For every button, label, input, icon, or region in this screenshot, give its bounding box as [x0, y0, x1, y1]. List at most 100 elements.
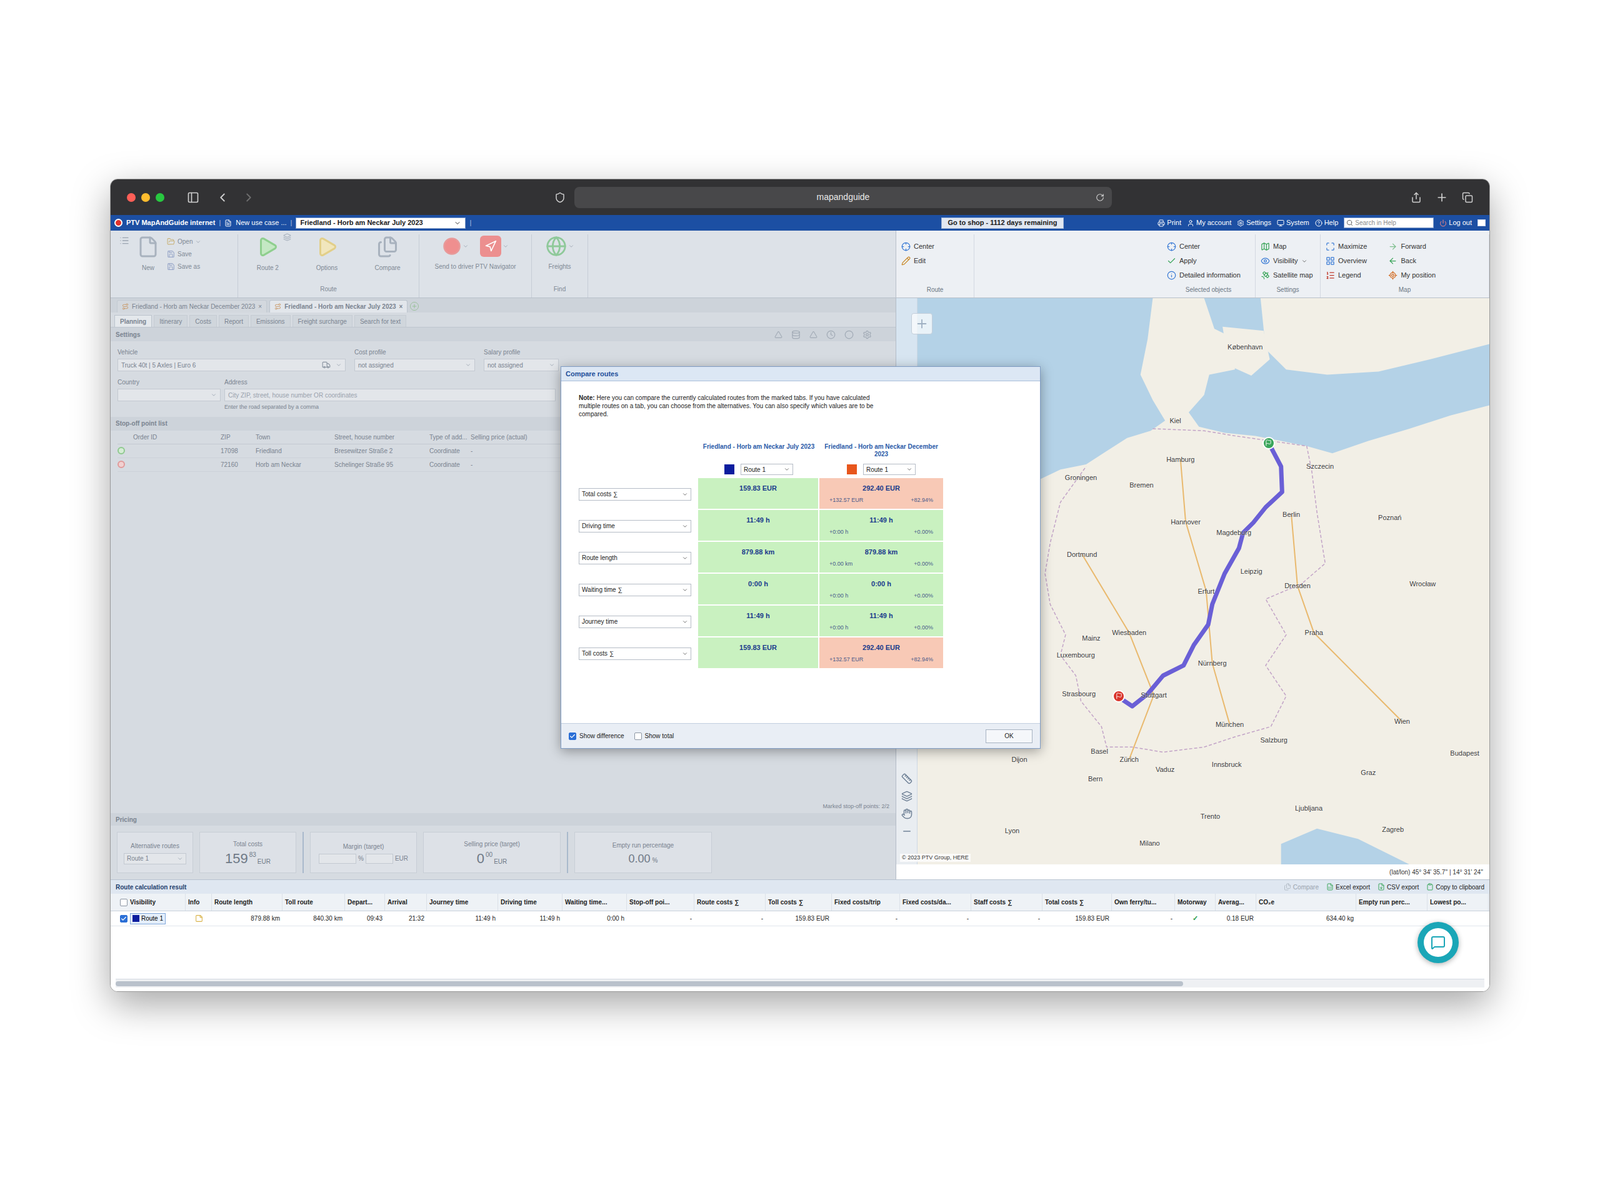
column-header[interactable]: Motorway [1175, 893, 1216, 911]
ribbon-button[interactable]: Visibility [1260, 253, 1314, 269]
column-header[interactable]: Fixed costs/trip [831, 893, 900, 911]
margin-percent-input[interactable] [318, 853, 357, 864]
document-tab[interactable]: Friedland - Horb am Neckar December 2023… [116, 300, 267, 313]
column-header[interactable]: Route length [211, 893, 283, 911]
salary-profile-select[interactable]: not assigned [483, 358, 559, 372]
column-header[interactable]: Depart... [345, 893, 385, 911]
route-visibility-checkbox[interactable] [120, 915, 128, 923]
metric-select[interactable]: Driving time [578, 520, 692, 533]
column-header[interactable]: Type of add... [427, 432, 469, 442]
share-icon[interactable] [1410, 191, 1422, 204]
compare-button[interactable]: Compare [375, 235, 401, 273]
column-header[interactable]: Stop-off poi... [626, 893, 695, 911]
sub-tab[interactable]: Itinerary [153, 315, 188, 327]
record-button[interactable] [442, 236, 469, 256]
zoom-in-button[interactable] [911, 313, 933, 335]
ribbon-button[interactable]: Satellite map [1260, 268, 1314, 283]
reload-icon[interactable] [1095, 193, 1105, 202]
ribbon-button[interactable]: Center [901, 239, 935, 254]
result-row[interactable]: Route 1879.88 km840.30 km09:4321:3211:49… [110, 911, 1490, 927]
metric-select[interactable]: Route length [578, 551, 692, 565]
column-header[interactable]: Selling price (actual) [468, 432, 549, 442]
chat-button[interactable] [1417, 921, 1459, 964]
column-header[interactable]: Street, house number [332, 432, 428, 442]
layers-icon[interactable] [901, 790, 913, 802]
column-header[interactable]: Info [185, 893, 212, 911]
sub-tab[interactable]: Search for text [354, 315, 407, 327]
ribbon-button[interactable]: Detailed information [1166, 268, 1241, 283]
database-icon[interactable] [791, 330, 801, 340]
ribbon-button[interactable]: Apply [1166, 253, 1241, 269]
column-header[interactable]: Arrival [385, 893, 427, 911]
list-icon[interactable] [119, 235, 130, 246]
ribbon-button[interactable]: Map [1260, 239, 1314, 254]
route-select[interactable]: Route 1 [863, 463, 916, 475]
menu-item[interactable]: Print [1157, 217, 1182, 229]
column-header[interactable]: Journey time [426, 893, 499, 911]
add-tab-button[interactable] [410, 301, 419, 311]
window-icon[interactable] [1477, 219, 1486, 227]
column-header[interactable]: Town [253, 432, 333, 442]
ribbon-button[interactable]: Back [1388, 253, 1436, 269]
result-action[interactable]: Compare [1283, 882, 1319, 892]
ribbon-button[interactable]: Forward [1388, 239, 1436, 254]
sidebar-icon[interactable] [186, 191, 200, 204]
ribbon-button[interactable]: My position [1388, 268, 1436, 283]
document-tab[interactable]: Friedland - Horb am Neckar July 2023× [269, 300, 408, 313]
open-button[interactable]: Open [166, 236, 202, 247]
note-icon[interactable] [195, 914, 204, 923]
ruler-icon[interactable] [901, 773, 913, 785]
gear-icon[interactable] [862, 330, 872, 340]
ribbon-button[interactable]: Maximize [1325, 239, 1367, 254]
address-input[interactable]: City ZIP, street, house number OR coordi… [224, 388, 556, 402]
ribbon-button[interactable]: Overview [1325, 253, 1367, 269]
tour-select[interactable]: Friedland - Horb am Neckar July 2023 [295, 217, 466, 229]
start-pin-icon[interactable] [1262, 436, 1275, 450]
metric-select[interactable]: Total costs ∑ [578, 488, 692, 501]
menu-item[interactable]: My account [1186, 217, 1232, 229]
column-header[interactable]: Driving time [498, 893, 563, 911]
ribbon-button[interactable]: Edit [901, 253, 935, 269]
column-header[interactable]: ZIP [218, 432, 254, 442]
vehicle-select[interactable]: Truck 40t | 5 Axles | Euro 6 [117, 358, 346, 372]
column-header[interactable]: Route costs ∑ [694, 893, 766, 911]
clock-icon[interactable] [826, 330, 836, 340]
column-header[interactable]: Lowest po... [1427, 893, 1489, 911]
menu-item[interactable]: System [1276, 217, 1310, 229]
save-button[interactable]: Save [166, 249, 202, 259]
show-total-checkbox[interactable] [634, 732, 642, 740]
help-search-input[interactable]: Search in Help [1343, 217, 1434, 229]
metric-select[interactable]: Journey time [578, 615, 692, 629]
result-action[interactable]: Copy to clipboard [1426, 882, 1485, 892]
new-button[interactable]: New [136, 235, 160, 273]
show-difference-checkbox[interactable] [568, 732, 577, 740]
close-tab-button[interactable]: × [258, 301, 262, 312]
tabs-overview-icon[interactable] [1461, 191, 1474, 204]
route-chip[interactable]: Route 1 [130, 913, 166, 925]
hand-icon[interactable] [901, 808, 913, 820]
close-tab-button[interactable]: × [399, 301, 404, 312]
column-header[interactable]: Averag... [1215, 893, 1257, 911]
sub-tab[interactable]: Planning [114, 315, 152, 327]
show-total-option[interactable]: Show total [634, 731, 675, 741]
column-header[interactable]: Toll route [282, 893, 345, 911]
zoom-out-icon[interactable] [901, 825, 913, 837]
shop-button[interactable]: Go to shop - 1112 days remaining [941, 217, 1065, 229]
column-header[interactable]: Waiting time... [562, 893, 627, 911]
column-header[interactable]: Own ferry/tu... [1111, 893, 1175, 911]
menu-item[interactable]: Settings [1236, 217, 1272, 229]
logout-button[interactable]: Log out [1439, 217, 1472, 229]
column-header[interactable]: Empty run perc... [1356, 893, 1428, 911]
metric-select[interactable]: Toll costs ∑ [578, 647, 692, 660]
route-button[interactable]: Route 2 [256, 235, 279, 273]
warning-icon[interactable] [809, 330, 818, 339]
column-header[interactable]: CO₂e [1256, 893, 1357, 911]
circle-icon[interactable] [844, 330, 854, 340]
sub-tab[interactable]: Report [218, 315, 249, 327]
column-header[interactable]: Visibility [117, 893, 186, 911]
use-case-button[interactable]: New use case ... [235, 217, 287, 229]
metric-select[interactable]: Waiting time ∑ [578, 583, 692, 597]
save-as-button[interactable]: Save as [166, 261, 202, 272]
alternative-route-select[interactable]: Route 1 [123, 853, 187, 865]
new-tab-icon[interactable] [1435, 191, 1449, 204]
